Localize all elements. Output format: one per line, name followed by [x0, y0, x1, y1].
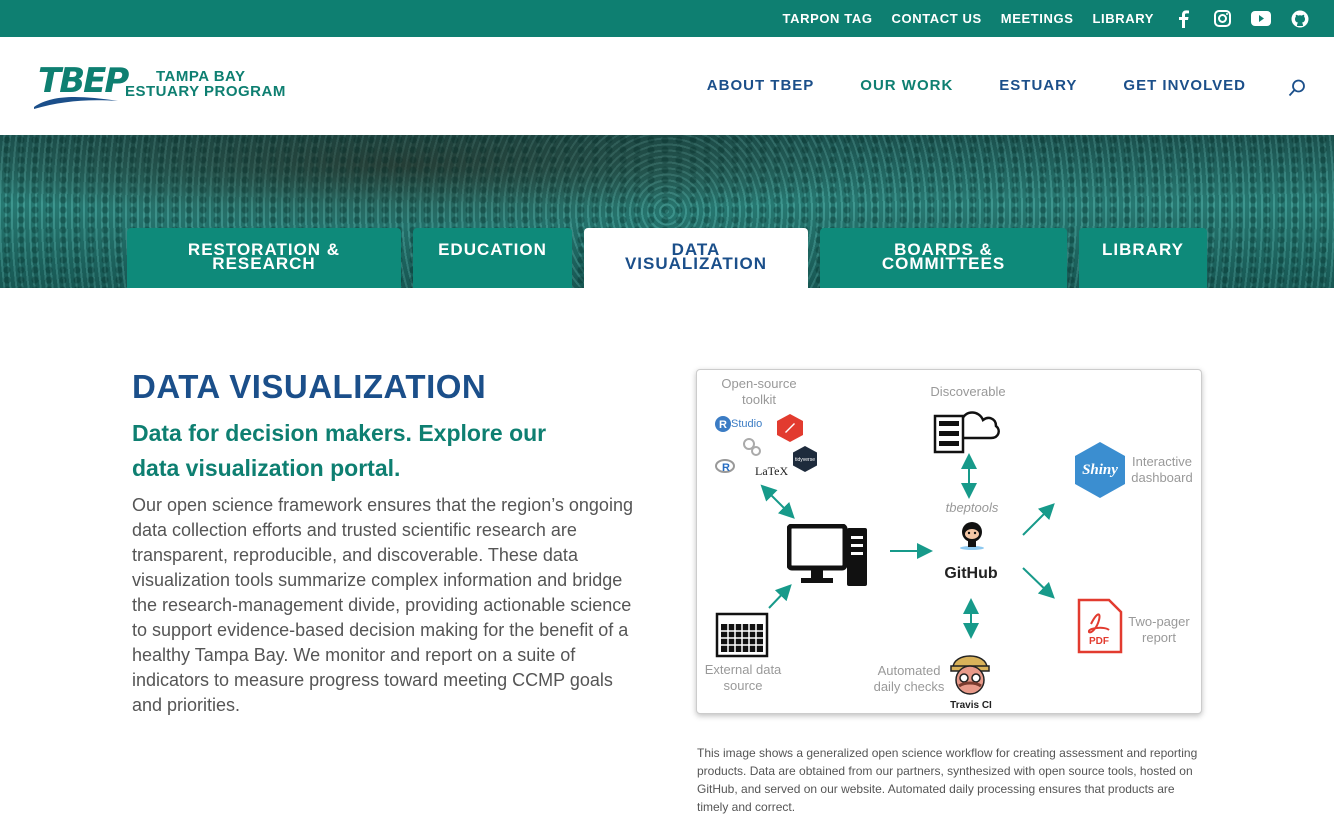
tbep-logo[interactable]: TBEP TAMPA BAY ESTUARY PROGRAM: [32, 61, 292, 111]
intro-paragraph: Our open science framework ensures that …: [132, 495, 633, 715]
main-content: DATA VISUALIZATION Data for decision mak…: [132, 368, 642, 718]
two-pager-report-label: Two-pager report: [1128, 614, 1190, 645]
server-cloud-icon: [933, 411, 1000, 454]
interactive-dashboard-label: Interactive dashboard: [1131, 454, 1193, 485]
section-tabs: RESTORATION & RESEARCH EDUCATION DATA VISU…: [0, 228, 1334, 288]
tab-label-line2: RESEARCH: [212, 254, 316, 273]
workflow-figure: Open-source toolkit R Studio tidyverse R …: [696, 369, 1202, 714]
contact-us-link[interactable]: CONTACT US: [892, 11, 982, 26]
subtitle-line1: Data for decision makers. Explore our: [132, 420, 547, 446]
shiny-hex-icon: Shiny: [1075, 442, 1125, 498]
spreadsheet-icon: [715, 612, 769, 658]
search-icon[interactable]: [1288, 79, 1306, 97]
logo-name: TAMPA BAY ESTUARY PROGRAM: [125, 69, 286, 99]
tab-data-visualization[interactable]: DATA VISUALIZATION: [584, 228, 808, 288]
nav-our-work[interactable]: OUR WORK: [860, 77, 953, 94]
external-data-source-label: External data source: [704, 662, 782, 693]
meetings-link[interactable]: MEETINGS: [1001, 11, 1074, 26]
svg-text:Shiny: Shiny: [1082, 462, 1118, 478]
tarpon-tag-link[interactable]: TARPON TAG: [783, 11, 873, 26]
page-title: DATA VISUALIZATION: [132, 368, 487, 405]
instagram-icon[interactable]: [1212, 9, 1232, 29]
tab-label-line1: EDUCATION: [438, 240, 547, 259]
octocat-icon: [960, 522, 984, 550]
tab-restoration-research[interactable]: RESTORATION & RESEARCH: [127, 228, 401, 288]
youtube-icon[interactable]: [1251, 9, 1271, 29]
main-nav: ABOUT TBEP OUR WORK ESTUARY GET INVOLVED: [661, 77, 1246, 94]
hero-banner: RESTORATION & RESEARCH EDUCATION DATA VISU…: [0, 135, 1334, 288]
tbeptools-label: tbeptools: [945, 500, 999, 515]
github-icon[interactable]: [1290, 9, 1310, 29]
tab-label-line2: COMMITTEES: [881, 254, 1006, 273]
nav-estuary[interactable]: ESTUARY: [999, 77, 1077, 94]
logo-line2: ESTUARY PROGRAM: [125, 83, 286, 100]
nav-get-involved[interactable]: GET INVOLVED: [1123, 77, 1246, 94]
discoverable-label: Discoverable: [930, 384, 1006, 399]
tab-education[interactable]: EDUCATION: [413, 228, 572, 288]
logo-line1: TAMPA BAY: [156, 68, 246, 85]
site-header: TBEP TAMPA BAY ESTUARY PROGRAM ABOUT TBE…: [0, 37, 1334, 135]
facebook-icon[interactable]: [1173, 9, 1193, 29]
tab-library[interactable]: LIBRARY: [1079, 228, 1207, 288]
pdf-file-icon: PDF: [1077, 598, 1123, 654]
travis-ci-label: Travis CI: [950, 700, 992, 711]
utility-links: TARPON TAG CONTACT US MEETINGS LIBRARY: [783, 0, 1310, 37]
tab-label-line1: LIBRARY: [1102, 240, 1184, 259]
svg-text:PDF: PDF: [1089, 636, 1109, 647]
github-label: GitHub: [944, 565, 998, 582]
automated-daily-checks-label: Automated daily checks: [873, 663, 945, 694]
logo-mark: TBEP: [32, 61, 129, 111]
top-utility-bar: TARPON TAG CONTACT US MEETINGS LIBRARY: [0, 0, 1334, 37]
computer-icon: [787, 524, 867, 586]
nav-about-tbep[interactable]: ABOUT TBEP: [707, 77, 815, 94]
subtitle-line2: data visualization portal.: [132, 455, 401, 481]
library-link[interactable]: LIBRARY: [1093, 11, 1155, 26]
travis-ci-mascot-icon: [950, 655, 990, 695]
tab-boards-committees[interactable]: BOARDS & COMMITTEES: [820, 228, 1067, 288]
figure-caption: This image shows a generalized open scie…: [697, 746, 1198, 814]
portal-link-subtitle[interactable]: Data for decision makers. Explore our da…: [132, 416, 642, 486]
tab-label-line2: VISUALIZATION: [624, 254, 768, 273]
